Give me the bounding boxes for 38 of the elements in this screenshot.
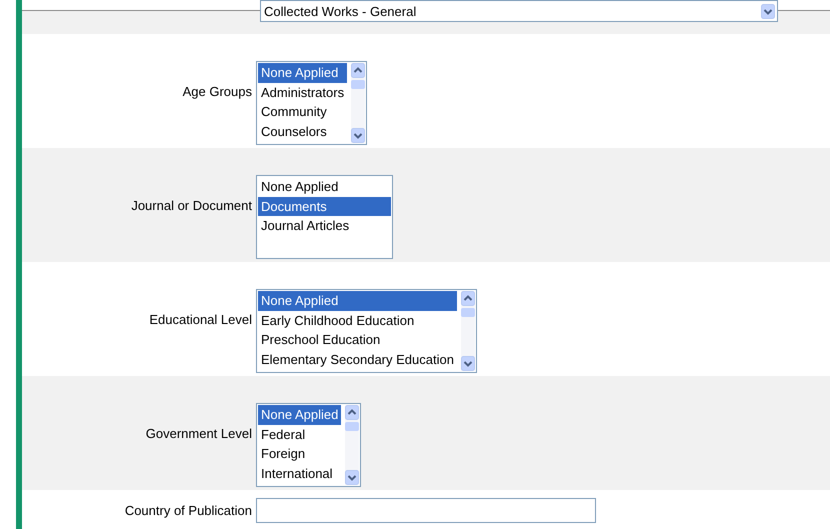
list-box[interactable]: None Applied Documents Journal Articles [256,175,393,259]
scroll-up-icon[interactable] [345,405,360,420]
list-option[interactable]: Early Childhood Education [258,310,457,330]
field-label: Educational Level [148,312,253,326]
scroll-up-icon[interactable] [351,63,366,78]
list-option[interactable]: None Applied [258,63,348,82]
field-label: Age Groups [182,84,253,98]
list-option[interactable]: Community [258,102,348,122]
list-option[interactable]: None Applied [258,177,391,196]
scroll-thumb[interactable] [351,80,366,89]
scrollbar[interactable] [351,63,366,143]
dropdown[interactable]: Collected Works - General [260,0,778,22]
scroll-up-icon[interactable] [460,291,475,306]
list-option[interactable]: None Applied [258,291,457,310]
list-option[interactable]: Documents [258,196,391,216]
list-option[interactable]: Administrators [258,82,348,102]
list-option[interactable]: Foreign [258,444,342,464]
list-box[interactable]: None Applied Early Childhood Education Preschool Education Elementary Secondary Education [256,289,477,373]
list-option[interactable]: Federal [258,424,342,444]
scroll-thumb[interactable] [460,308,475,317]
field-label: Government Level [144,426,253,440]
list-option[interactable]: None Applied [258,405,342,424]
list-option[interactable]: International [258,464,342,483]
scroll-thumb[interactable] [345,422,360,431]
scrollbar[interactable] [460,291,475,371]
input-field[interactable] [256,498,596,523]
list-option[interactable]: Preschool Education [258,330,457,350]
scroll-down-icon[interactable] [345,470,360,485]
list-box[interactable]: None Applied Federal Foreign International [256,403,362,487]
list-option[interactable]: Journal Articles [258,216,391,236]
list-option[interactable]: Elementary Secondary Education [258,350,457,369]
list-box[interactable]: None Applied Administrators Community Counselors [256,61,368,145]
field-label: Journal or Document [130,198,253,212]
scrollbar[interactable] [345,405,360,485]
field-label: Country of Publication [124,502,253,518]
scroll-down-icon[interactable] [460,356,475,371]
list-option[interactable]: Counselors [258,122,348,141]
scroll-down-icon[interactable] [351,128,366,143]
